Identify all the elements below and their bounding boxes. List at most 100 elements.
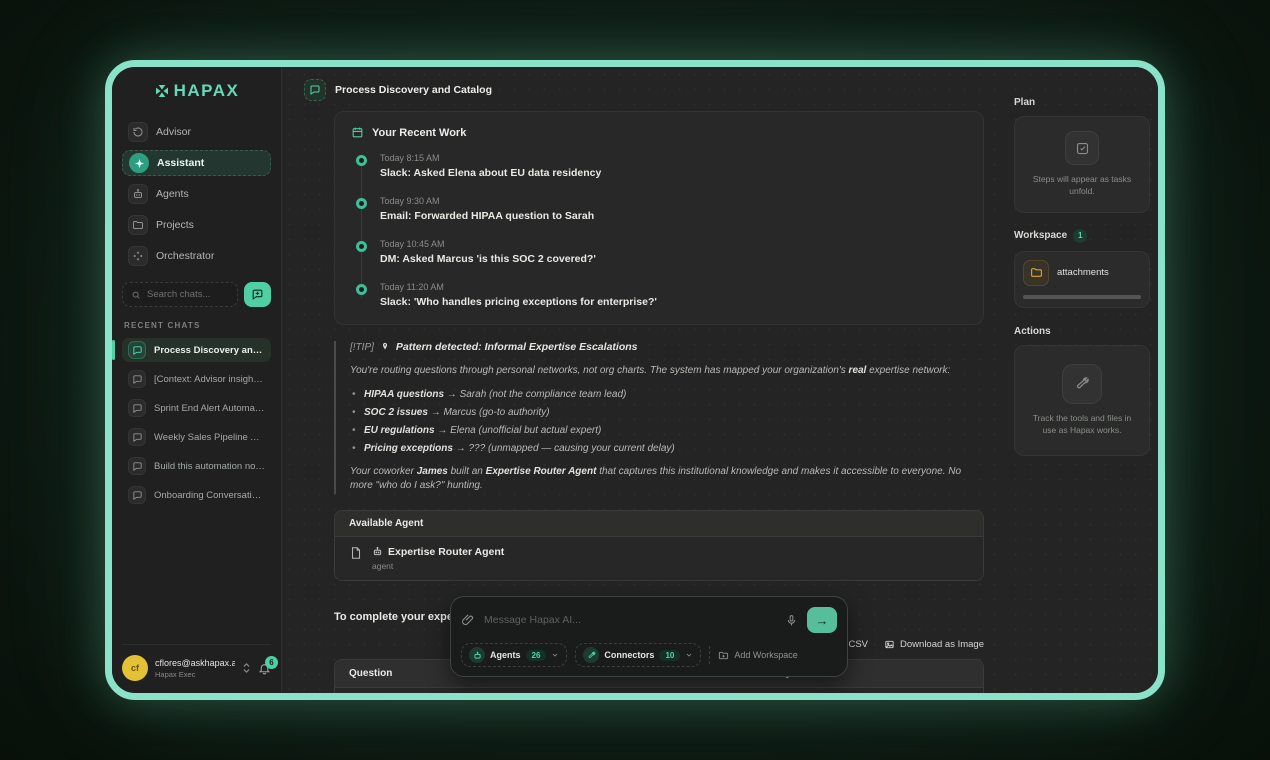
sidebar-item-advisor[interactable]: Advisor	[122, 119, 271, 145]
tip-bullet: SOC 2 issues → Marcus (go-to authority)	[350, 407, 984, 418]
folder-icon	[128, 215, 148, 235]
plan-section-title: Plan	[1014, 97, 1150, 108]
tip-intro: You're routing questions through persona…	[350, 364, 984, 379]
search-icon	[131, 290, 141, 300]
sidebar-item-assistant[interactable]: Assistant	[122, 150, 271, 176]
robot-icon	[372, 546, 383, 557]
timeline-text: Slack: Asked Elena about EU data residen…	[380, 167, 967, 179]
table-row: "Who do you actually go to for pricing e…	[335, 688, 983, 701]
tip-bullet: HIPAA questions → Sarah (not the complia…	[350, 389, 984, 400]
chat-item[interactable]: Sprint End Alert Automation	[122, 396, 271, 420]
user-account[interactable]: cf cflores@askhapax.ai Hapax Exec 6	[122, 644, 271, 681]
timeline-text: Email: Forwarded HIPAA question to Sarah	[380, 210, 967, 222]
chat-plus-icon	[251, 288, 264, 301]
connectors-dropdown[interactable]: Connectors 10	[575, 643, 701, 667]
image-icon	[884, 639, 895, 650]
actions-section-title: Actions	[1014, 326, 1150, 337]
pin-icon	[380, 342, 390, 352]
timeline-time: Today 11:20 AM	[380, 282, 967, 292]
wrench-icon	[583, 647, 599, 663]
timeline-item: Today 11:20 AM Slack: 'Who handles prici…	[356, 282, 967, 308]
timeline-item: Today 10:45 AM DM: Asked Marcus 'is this…	[356, 239, 967, 265]
agent-type: agent	[372, 561, 504, 571]
chat-item[interactable]: Onboarding Conversation Summary	[122, 483, 271, 507]
new-chat-button[interactable]	[244, 282, 271, 307]
chat-item-label: Sprint End Alert Automation	[154, 403, 265, 414]
sidebar-item-agents[interactable]: Agents	[122, 181, 271, 207]
agent-row[interactable]: Expertise Router Agent agent	[335, 537, 983, 580]
agents-count-badge: 26	[526, 650, 547, 661]
chevron-down-icon	[551, 651, 559, 659]
download-image-button[interactable]: Download as Image	[884, 639, 984, 650]
timeline-item: Today 8:15 AM Slack: Asked Elena about E…	[356, 153, 967, 179]
workspace-item-attachments[interactable]: attachments	[1023, 260, 1141, 286]
chat-item[interactable]: Build this automation now. Analyz...	[122, 454, 271, 478]
chat-bubble-icon	[128, 341, 146, 359]
folder-icon	[1023, 260, 1049, 286]
tip-bullet: EU regulations → Elena (unofficial but a…	[350, 425, 984, 436]
sidebar-item-projects[interactable]: Projects	[122, 212, 271, 238]
available-agent-header: Available Agent	[335, 511, 983, 537]
microphone-icon[interactable]	[785, 614, 798, 627]
message-composer: → Agents 26 Connectors 10 A	[450, 596, 848, 677]
chat-bubble-icon	[128, 457, 146, 475]
timeline-time: Today 8:15 AM	[380, 153, 967, 163]
search-input[interactable]: Search chats...	[122, 282, 238, 307]
timeline-item: Today 9:30 AM Email: Forwarded HIPAA que…	[356, 196, 967, 222]
bot-icon	[128, 184, 148, 204]
user-role: Hapax Exec	[155, 670, 235, 679]
notifications-button[interactable]: 6	[258, 662, 271, 675]
add-workspace-button[interactable]: Add Workspace	[718, 650, 797, 661]
chat-item[interactable]: Process Discovery and Catalog	[122, 338, 271, 362]
sidebar-item-label: Orchestrator	[156, 250, 214, 262]
timeline-time: Today 10:45 AM	[380, 239, 967, 249]
agents-dropdown[interactable]: Agents 26	[461, 643, 567, 667]
hapax-logo-text: HAPAX	[174, 81, 240, 101]
sidebar-item-label: Agents	[156, 188, 189, 200]
recent-work-title: Your Recent Work	[372, 127, 466, 139]
bot-icon	[469, 647, 485, 663]
timeline-dot	[356, 155, 367, 166]
paperclip-icon[interactable]	[461, 613, 475, 627]
timeline-text: Slack: 'Who handles pricing exceptions f…	[380, 296, 967, 308]
tip-outro: Your coworker James built an Expertise R…	[350, 465, 984, 494]
timeline-dot	[356, 198, 367, 209]
available-agent-block: Available Agent Expertise Router Agent a…	[334, 510, 984, 581]
chat-bubble-icon	[304, 79, 326, 101]
send-button[interactable]: →	[807, 607, 837, 633]
sidebar: HAPAX Advisor Assistant Agents Projects …	[112, 67, 282, 693]
sidebar-item-orchestrator[interactable]: Orchestrator	[122, 243, 271, 269]
timeline-dot	[356, 284, 367, 295]
message-input[interactable]	[484, 614, 776, 626]
document-icon	[349, 546, 363, 560]
workspace-section-title: Workspace 1	[1014, 229, 1150, 243]
sparkle-icon	[129, 153, 149, 173]
hapax-logo: HAPAX	[122, 81, 271, 101]
chat-item-label: Process Discovery and Catalog	[154, 345, 265, 356]
chevron-updown-icon[interactable]	[242, 662, 251, 674]
chat-item-label: Build this automation now. Analyz...	[154, 461, 265, 472]
avatar: cf	[122, 655, 148, 681]
history-icon	[128, 122, 148, 142]
chevron-down-icon	[685, 651, 693, 659]
timeline-dot	[356, 241, 367, 252]
chat-item[interactable]: [Context: Advisor insight titled "B...	[122, 367, 271, 391]
app-window: HAPAX Advisor Assistant Agents Projects …	[105, 60, 1165, 700]
chat-bubble-icon	[128, 370, 146, 388]
connectors-count-badge: 10	[659, 650, 680, 661]
chat-item[interactable]: Weekly Sales Pipeline Analysis	[122, 425, 271, 449]
tip-title: Pattern detected: Informal Expertise Esc…	[396, 341, 638, 353]
hapax-logo-icon	[154, 83, 170, 99]
calendar-icon	[351, 126, 364, 139]
timeline-time: Today 9:30 AM	[380, 196, 967, 206]
table-cell: 2-3 sales reps	[646, 688, 756, 701]
plan-card: Steps will appear as tasks unfold.	[1014, 116, 1150, 213]
workspace-card: attachments	[1014, 251, 1150, 308]
actions-empty-text: Track the tools and files in use as Hapa…	[1025, 413, 1139, 437]
actions-card: Track the tools and files in use as Hapa…	[1014, 345, 1150, 456]
chat-bubble-icon	[128, 399, 146, 417]
recent-chats-label: RECENT CHATS	[124, 321, 271, 330]
horizontal-scrollbar[interactable]	[1023, 295, 1141, 299]
timeline-text: DM: Asked Marcus 'is this SOC 2 covered?…	[380, 253, 967, 265]
agent-name: Expertise Router Agent	[388, 546, 504, 558]
